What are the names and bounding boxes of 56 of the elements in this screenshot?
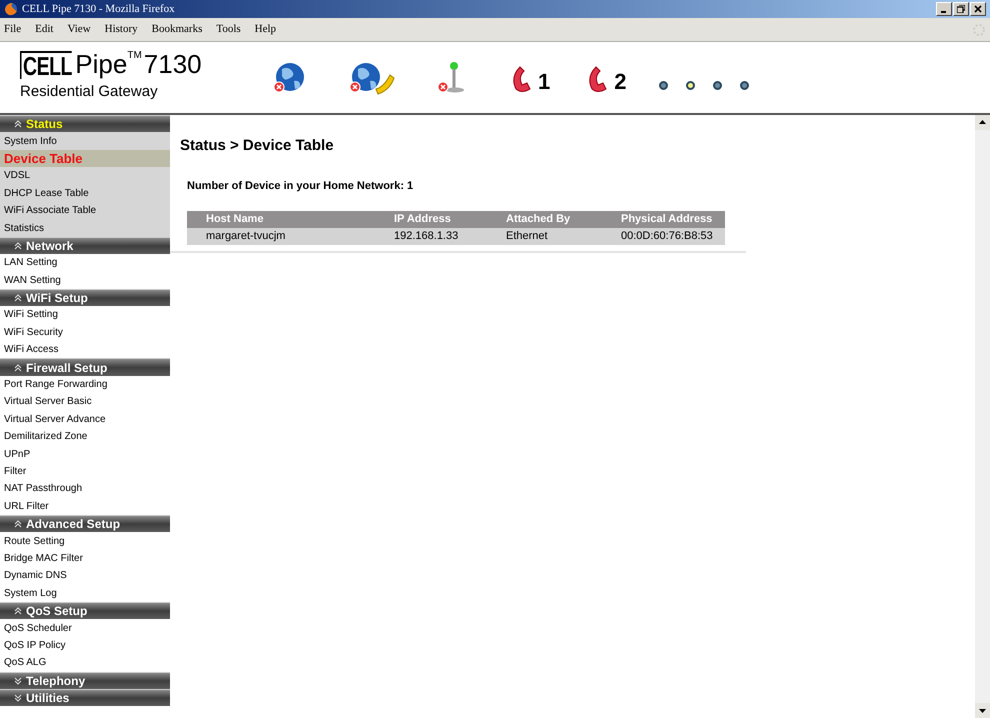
menu-item[interactable]: History xyxy=(104,21,138,38)
collapse-icon xyxy=(14,294,22,302)
minimize-button[interactable] xyxy=(936,2,952,16)
sidebar-item[interactable]: DHCP Lease Table xyxy=(0,184,170,202)
sidebar-item[interactable]: WiFi Associate Table xyxy=(0,202,170,220)
section-header[interactable]: QoS Setup xyxy=(0,602,170,620)
logo-subtitle: Residential Gateway xyxy=(20,82,159,102)
section-header[interactable]: Status xyxy=(0,115,170,132)
sidebar-item[interactable]: System Info xyxy=(0,132,170,150)
collapse-icon xyxy=(14,242,22,250)
line-number: 1 xyxy=(538,70,550,92)
scrollbar[interactable] xyxy=(975,115,990,718)
menu-item[interactable]: Bookmarks xyxy=(152,21,202,38)
menu-item[interactable]: File xyxy=(4,21,22,38)
table-cell-text: Ethernet xyxy=(505,229,549,244)
expand-icon xyxy=(14,694,22,702)
table-cell-text: margaret-tvucjm xyxy=(205,229,286,244)
scroll-down-icon[interactable] xyxy=(975,703,990,718)
menu-item[interactable]: Edit xyxy=(35,21,54,38)
section-header[interactable]: Telephony xyxy=(0,672,170,689)
restore-icon xyxy=(957,5,965,13)
column-header: Host Name xyxy=(205,212,264,228)
menu-item[interactable]: Help xyxy=(254,21,276,38)
menu-item[interactable]: View xyxy=(67,21,91,38)
trademark-mark: TM xyxy=(127,51,142,62)
scroll-up-icon[interactable] xyxy=(975,115,990,130)
model-number: 7130 xyxy=(144,51,202,78)
table-cell-text: 192.168.1.33 xyxy=(393,229,460,244)
expand-icon xyxy=(14,676,22,685)
collapse-icon xyxy=(14,520,22,528)
close-button[interactable] xyxy=(970,2,986,16)
logo-text: Pipe xyxy=(75,51,128,78)
restore-button[interactable] xyxy=(953,2,969,16)
page-title: Status > Device Table xyxy=(180,136,335,156)
section-header[interactable]: Firewall Setup xyxy=(0,358,170,376)
section-header[interactable]: WiFi Setup xyxy=(0,288,170,306)
table-cell-text: 00:0D:60:76:B8:53 xyxy=(620,229,714,244)
column-header: IP Address xyxy=(393,212,452,228)
close-icon xyxy=(974,5,982,13)
device-count: Number of Device in your Home Network: 1 xyxy=(187,178,414,194)
section-header[interactable]: Network xyxy=(0,236,170,254)
sidebar-item[interactable]: Statistics xyxy=(0,219,170,237)
collapse-icon xyxy=(14,120,22,128)
column-header: Physical Address xyxy=(620,212,714,228)
window-title: CELL Pipe 7130 - Mozilla Firefox xyxy=(22,2,176,17)
logo-boxed-text: CELL xyxy=(20,51,72,80)
section-header[interactable]: Utilities xyxy=(0,688,170,706)
browser-icon xyxy=(4,2,18,16)
line-number: 2 xyxy=(614,70,626,92)
menu-item[interactable]: Tools xyxy=(216,21,241,38)
section-header[interactable]: Advanced Setup xyxy=(0,514,170,532)
column-header: Attached By xyxy=(505,212,572,228)
collapse-icon xyxy=(14,607,22,616)
collapse-icon xyxy=(14,364,22,372)
throbber-icon xyxy=(972,22,986,36)
sidebar-item[interactable]: VDSL xyxy=(0,167,170,185)
